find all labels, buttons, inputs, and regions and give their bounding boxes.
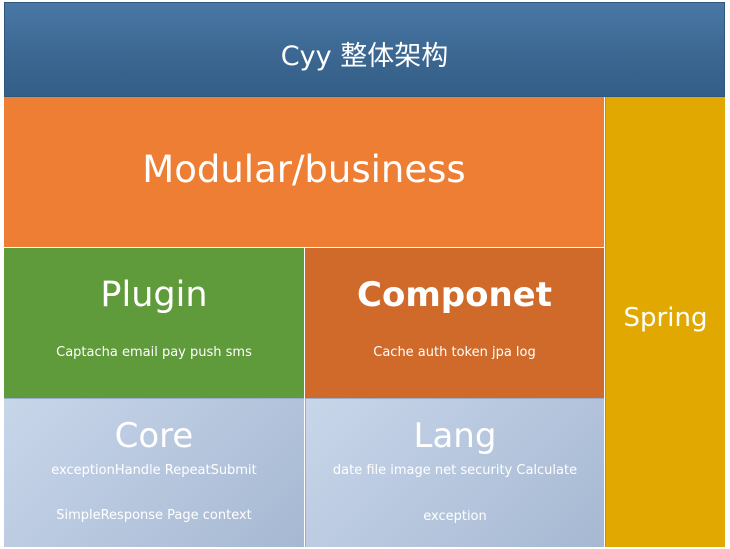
lang-items-line2: exception xyxy=(423,509,487,524)
lang-module: Lang date file image net security Calcul… xyxy=(305,398,604,547)
componet-module: Componet Cache auth token jpa log xyxy=(305,248,604,398)
core-items-line1: exceptionHandle RepeatSubmit xyxy=(51,463,257,478)
plugin-module: Plugin Captacha email pay push sms xyxy=(4,248,304,398)
core-title: Core xyxy=(114,416,194,456)
modular-business-label: Modular/business xyxy=(142,148,466,191)
architecture-title: Cyy 整体架构 xyxy=(280,41,449,72)
componet-title: Componet xyxy=(357,275,552,315)
plugin-items: Captacha email pay push sms xyxy=(56,345,252,360)
architecture-title-bar: Cyy 整体架构 xyxy=(4,2,725,97)
lang-items-line1: date file image net security Calculate xyxy=(332,463,578,478)
spring-layer: Spring xyxy=(605,97,725,547)
spring-label: Spring xyxy=(623,303,708,333)
plugin-title: Plugin xyxy=(100,275,208,315)
lang-title: Lang xyxy=(413,416,497,456)
core-items-line2: SimpleResponse Page context xyxy=(56,508,252,523)
componet-items: Cache auth token jpa log xyxy=(373,345,536,360)
core-module: Core exceptionHandle RepeatSubmit Simple… xyxy=(4,398,304,547)
modular-business-layer: Modular/business xyxy=(4,97,604,247)
